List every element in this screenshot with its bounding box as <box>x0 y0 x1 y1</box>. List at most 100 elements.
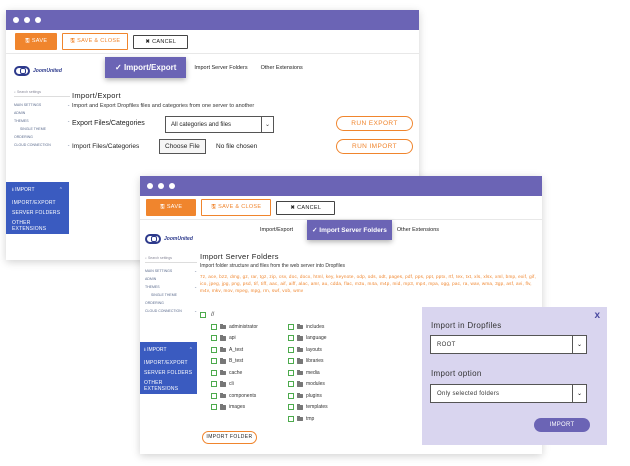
checkbox[interactable] <box>200 311 206 318</box>
window-dot-icon[interactable] <box>169 183 175 189</box>
save-close-button[interactable]: 🖫 SAVE & CLOSE <box>62 33 129 50</box>
save-button[interactable]: 🖫 SAVE <box>15 33 58 50</box>
category-select[interactable]: ROOT ⌄ <box>430 335 587 354</box>
folder-item[interactable]: administrator <box>211 321 258 333</box>
window-dot-icon[interactable] <box>147 183 153 189</box>
sidebar-item-import-export[interactable]: IMPORT/EXPORT <box>12 198 63 208</box>
window-dot-icon[interactable] <box>13 17 19 23</box>
export-select[interactable]: All categories and files ⌄ <box>165 116 274 133</box>
checkbox[interactable] <box>288 346 294 353</box>
checkbox[interactable] <box>288 369 294 376</box>
checkbox[interactable] <box>211 369 217 376</box>
sidebar-item-main-settings[interactable]: MAIN SETTINGS ⌄ <box>145 267 197 275</box>
tab-import-server-folders[interactable]: Import Server Folders <box>194 65 247 71</box>
sidebar-item-ordering[interactable]: ORDERING <box>14 133 70 141</box>
folder-item[interactable]: layouts <box>288 344 328 356</box>
folder-item[interactable]: api <box>211 333 258 345</box>
checkbox[interactable] <box>211 346 217 353</box>
import-export-content: Import/Export Import and Export Dropfile… <box>72 91 412 109</box>
folder-item[interactable]: libraries <box>288 356 328 368</box>
sidebar-item-cloud-connection[interactable]: CLOUD CONNECTION ⌄ <box>14 141 70 149</box>
logo-text: JoomUnited <box>164 236 193 242</box>
folder-item[interactable]: A_test <box>211 344 258 356</box>
window-titlebar <box>6 10 419 30</box>
sidebar-item-other-extensions[interactable]: OTHER EXTENSIONS <box>144 378 193 394</box>
folder-item[interactable]: cache <box>211 367 258 379</box>
sidebar-import-header[interactable]: ⭳ IMPORT ⌃ <box>144 347 193 355</box>
logo: JoomUnited <box>14 66 70 76</box>
sidebar-item-admin[interactable]: ADMIN <box>14 109 70 117</box>
sidebar-item-single-theme[interactable]: SINGLE THEME <box>14 125 70 133</box>
sidebar-item-other-extensions[interactable]: OTHER EXTENSIONS <box>12 218 63 234</box>
import-option-select[interactable]: Only selected folders ⌄ <box>430 384 587 403</box>
import-folder-button[interactable]: IMPORT FOLDER <box>202 431 257 444</box>
sidebar-item-single-theme[interactable]: SINGLE THEME <box>145 291 197 299</box>
tab-other-extensions[interactable]: Other Extensions <box>261 65 303 71</box>
import-button[interactable]: IMPORT <box>534 418 590 432</box>
checkbox[interactable] <box>288 404 294 411</box>
window-dot-icon[interactable] <box>24 17 30 23</box>
checkbox[interactable] <box>211 323 217 330</box>
checkbox[interactable] <box>288 335 294 342</box>
sidebar-item-themes[interactable]: THEMES ⌄ <box>14 117 70 125</box>
folder-column-2: includes language layouts libraries medi… <box>288 321 328 425</box>
sidebar-item-ordering[interactable]: ORDERING <box>145 299 197 307</box>
folder-root[interactable]: // <box>200 309 214 321</box>
page-description: Import folder structure and files from t… <box>200 263 346 269</box>
sidebar-item-server-folders[interactable]: SERVER FOLDERS <box>12 208 63 218</box>
cancel-button[interactable]: ✖ CANCEL <box>133 34 189 49</box>
folder-item[interactable]: includes <box>288 321 328 333</box>
checkbox[interactable] <box>288 415 294 422</box>
sidebar-item-cloud-connection[interactable]: CLOUD CONNECTION ⌄ <box>145 307 197 315</box>
run-import-button[interactable]: RUN IMPORT <box>336 139 413 154</box>
checkbox[interactable] <box>211 335 217 342</box>
cancel-button[interactable]: ✖ CANCEL <box>276 200 336 215</box>
folder-item[interactable]: modules <box>288 379 328 391</box>
save-close-button[interactable]: 🖫 SAVE & CLOSE <box>201 199 272 216</box>
window-dot-icon[interactable] <box>35 17 41 23</box>
tab-other-extensions[interactable]: Other Extensions <box>397 227 439 233</box>
tab-import-export[interactable]: ✓ Import/Export <box>105 57 187 78</box>
checkbox[interactable] <box>211 381 217 388</box>
folder-item[interactable]: templates <box>288 402 328 414</box>
folder-item[interactable]: cli <box>211 379 258 391</box>
joomunited-logo-icon <box>14 66 30 76</box>
chevron-down-icon: ⌄ <box>572 385 586 402</box>
panel-title: Import in Dropfiles <box>431 321 502 330</box>
toolbar: 🖫 SAVE 🖫 SAVE & CLOSE ✖ CANCEL <box>6 30 419 54</box>
folder-item[interactable]: language <box>288 333 328 345</box>
folder-item[interactable]: media <box>288 367 328 379</box>
run-export-button[interactable]: RUN EXPORT <box>336 116 413 131</box>
page-title: Import Server Folders <box>200 252 279 261</box>
tab-import-export[interactable]: Import/Export <box>260 227 293 233</box>
folder-item[interactable]: images <box>211 402 258 414</box>
folder-item[interactable]: tmp <box>288 413 328 425</box>
checkbox[interactable] <box>211 404 217 411</box>
check-icon: ✓ <box>115 63 124 72</box>
checkbox[interactable] <box>288 381 294 388</box>
checkbox[interactable] <box>211 358 217 365</box>
sidebar-search[interactable]: ⌕ Search settings <box>145 256 197 263</box>
sidebar-item-admin[interactable]: ADMIN <box>145 275 197 283</box>
tab-import-server-folders[interactable]: ✓ Import Server Folders <box>307 220 392 240</box>
checkbox[interactable] <box>288 358 294 365</box>
sidebar-item-import-export[interactable]: IMPORT/EXPORT <box>144 358 193 368</box>
no-file-text: No file chosen <box>216 143 258 150</box>
sidebar-search[interactable]: ⌕ Search settings <box>14 90 70 97</box>
checkbox[interactable] <box>211 392 217 399</box>
sidebar-item-themes[interactable]: THEMES ⌄ <box>145 283 197 291</box>
choose-file-button[interactable]: Choose File <box>159 139 206 154</box>
close-icon[interactable]: x <box>594 310 600 321</box>
window-dot-icon[interactable] <box>158 183 164 189</box>
sidebar-item-main-settings[interactable]: MAIN SETTINGS ⌄ <box>14 101 70 109</box>
save-button[interactable]: 🖫 SAVE <box>146 199 197 216</box>
folder-item[interactable]: plugins <box>288 390 328 402</box>
folder-item[interactable]: components <box>211 390 258 402</box>
sidebar-import-header[interactable]: ⭳ IMPORT ⌃ <box>12 187 63 195</box>
checkbox[interactable] <box>288 392 294 399</box>
chevron-up-icon: ⌃ <box>58 187 63 193</box>
logo: JoomUnited <box>145 234 197 244</box>
folder-item[interactable]: B_test <box>211 356 258 368</box>
sidebar-item-server-folders[interactable]: SERVER FOLDERS <box>144 368 193 378</box>
checkbox[interactable] <box>288 323 294 330</box>
